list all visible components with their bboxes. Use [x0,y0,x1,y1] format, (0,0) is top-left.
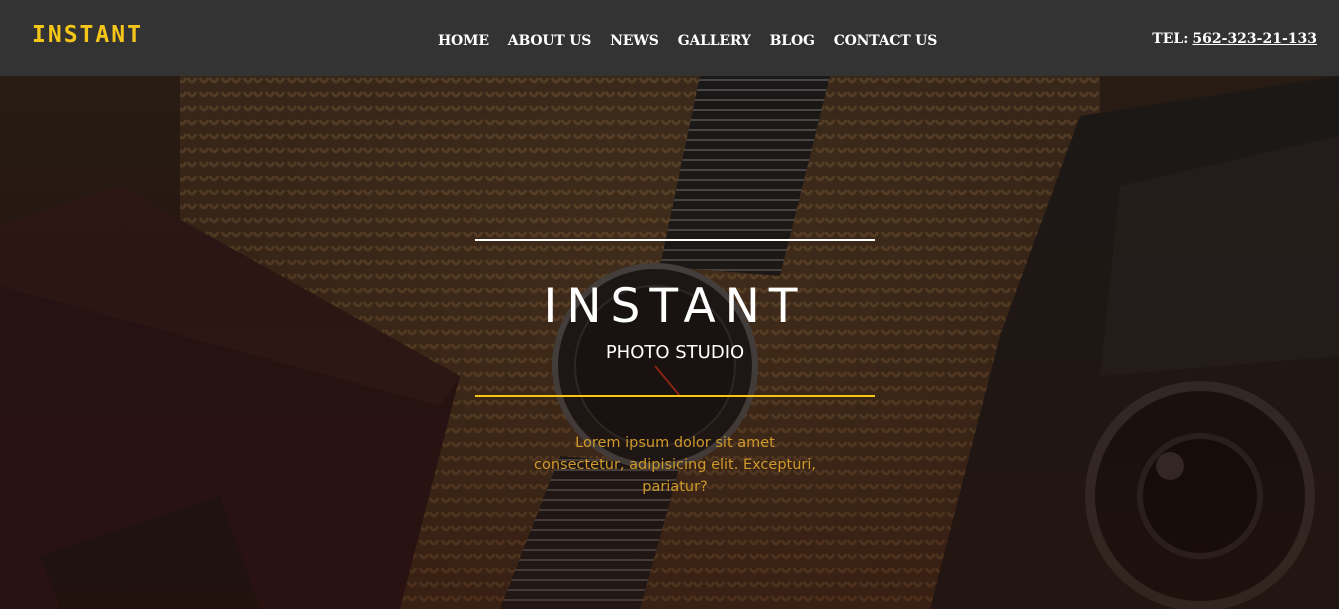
hero-content: INSTANT PHOTO STUDIO Lorem ipsum dolor s… [0,76,1339,609]
nav-home-link[interactable]: HOME [438,33,489,49]
nav-gallery-link[interactable]: GALLERY [678,33,751,49]
hero-subtitle: PHOTO STUDIO [605,342,745,363]
main-nav: HOME ABOUT US NEWS GALLERY BLOG CONTACT … [438,33,937,49]
nav-blog-link[interactable]: BLOG [770,33,815,49]
nav-about-link[interactable]: ABOUT US [508,33,592,49]
tel-number-link[interactable]: 562-323-21-133 [1192,31,1317,47]
tel-label: TEL: [1152,31,1189,47]
nav-news-link[interactable]: NEWS [610,33,659,49]
hero-section: INSTANT PHOTO STUDIO Lorem ipsum dolor s… [0,76,1339,609]
hero-divider-top [475,239,875,241]
phone-contact: TEL: 562-323-21-133 [1152,31,1317,47]
site-logo[interactable]: INSTANT [32,22,143,48]
top-navbar: INSTANT HOME ABOUT US NEWS GALLERY BLOG … [0,0,1339,76]
hero-divider-bottom [475,395,875,397]
hero-description: Lorem ipsum dolor sit amet consectetur, … [533,435,817,495]
nav-contact-link[interactable]: CONTACT US [834,33,938,49]
hero-title: INSTANT [543,279,807,334]
